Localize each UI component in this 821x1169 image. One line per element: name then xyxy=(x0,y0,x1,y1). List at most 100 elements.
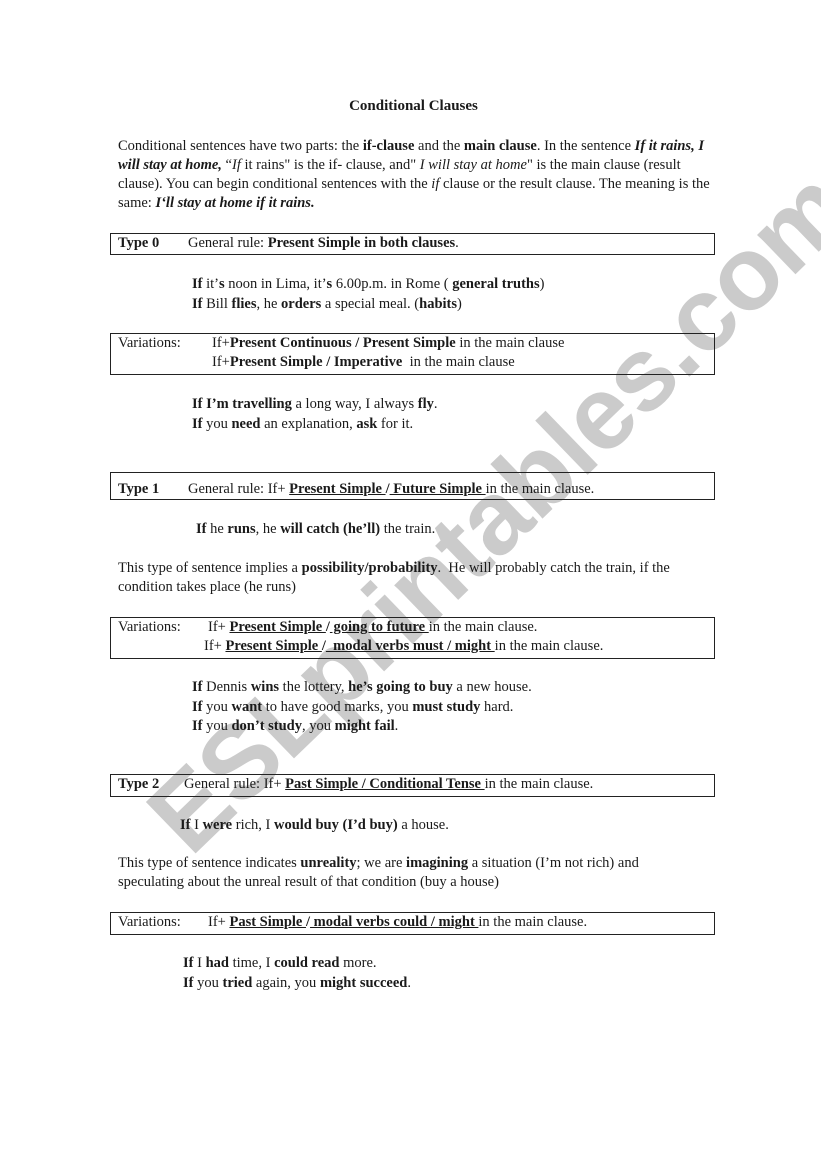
emphasized-text: imagining xyxy=(406,855,469,871)
text-fragment: , you xyxy=(302,718,335,734)
emphasized-text: fly xyxy=(417,396,434,412)
type0-rule: Present Simple in both clauses xyxy=(267,235,456,251)
intro-text: “ xyxy=(221,157,232,173)
type0-examples: If it’s noon in Lima, it’s 6.00p.m. in R… xyxy=(192,275,544,314)
emphasized-text: Present Simple / Imperative xyxy=(229,354,403,370)
emphasized-text: Past Simple xyxy=(229,914,306,930)
emphasized-text: I‘ll stay at home if it rains. xyxy=(155,195,314,211)
text-fragment: the train. xyxy=(380,521,436,537)
text-fragment: noon in Lima, it’ xyxy=(224,276,327,292)
text-fragment: Dennis xyxy=(202,679,251,695)
text-fragment: rich, I xyxy=(232,817,274,833)
emphasized-text: Present Continuous / Present Simple xyxy=(229,335,456,351)
text-fragment: in the main clause. xyxy=(494,638,604,654)
text-fragment: ) xyxy=(457,295,462,312)
emphasized-text: If xyxy=(192,415,203,432)
emphasized-text: Present Simple xyxy=(225,638,322,654)
emphasized-text: If xyxy=(192,698,203,715)
text-fragment: the lottery, xyxy=(279,679,349,695)
text-fragment: hard. xyxy=(480,698,514,715)
emphasized-text: If I’m travelling xyxy=(192,396,292,412)
type0-rule-box: Type 0 General rule: Present Simple in bo… xyxy=(110,233,715,255)
type1-rule-prefix: General rule: If+ xyxy=(188,481,290,497)
text-fragment: a new house. xyxy=(452,679,532,695)
example-sentence: If I were rich, I would buy (I’d buy) a … xyxy=(180,816,449,836)
emphasized-text: wins xyxy=(250,679,280,695)
example-sentence: If you need an explanation, ask for it. xyxy=(192,415,438,435)
text-fragment: This type of sentence implies a xyxy=(118,560,302,576)
type2-variation-examples: If I had time, I could read more. If you… xyxy=(183,954,411,993)
variations-label: Variations: xyxy=(118,619,181,635)
text-fragment: If+ xyxy=(208,914,230,930)
emphasized-text: If xyxy=(192,295,203,312)
emphasized-text: will catch (he’ll) xyxy=(280,521,381,537)
emphasized-text: going to future xyxy=(329,619,429,635)
text-fragment: If+ xyxy=(208,619,230,635)
intro-example-reversed: I‘ll stay at home if it rains. xyxy=(155,195,315,211)
emphasized-text: If xyxy=(192,679,203,695)
emphasized-text: could read xyxy=(274,955,340,971)
emphasized-text: Past Simple xyxy=(229,914,306,930)
emphasized-text: must study xyxy=(412,698,481,715)
text-fragment: for it. xyxy=(377,415,414,432)
type0-rule-suffix: . xyxy=(455,235,459,251)
emphasized-text: want xyxy=(231,698,263,715)
type0-label: Type 0 xyxy=(118,235,160,251)
emphasized-text: If xyxy=(192,276,203,292)
emphasized-text: unreality xyxy=(300,855,357,871)
emphasized-text: possibility/probability xyxy=(301,560,438,576)
variation-line: Variations: If+ Present Simple / going to… xyxy=(118,618,714,637)
intro-text: . In the sentence xyxy=(536,138,635,154)
emphasized-text: modal verbs must / might xyxy=(325,638,495,654)
emphasized-text: might fail xyxy=(334,718,395,734)
emphasized-text: If xyxy=(183,974,194,991)
text-fragment: Bill xyxy=(202,295,232,312)
text-fragment: , he xyxy=(256,295,282,312)
type2-rule-suffix: in the main clause. xyxy=(484,776,594,792)
text-fragment: you xyxy=(193,974,223,991)
emphasized-text: need xyxy=(231,415,261,432)
emphasized-text: he’s going to buy xyxy=(348,679,453,695)
text-fragment: in the main clause. xyxy=(428,619,538,635)
page-title: Conditional Clauses xyxy=(349,98,478,114)
variations-label: Variations: xyxy=(118,914,181,930)
example-sentence: If you don’t study, you might fail. xyxy=(192,717,532,737)
variations-label: Variations: xyxy=(118,335,181,351)
text-fragment: ) xyxy=(539,276,545,292)
text-fragment: you xyxy=(202,698,232,715)
type2-rule-prefix: General rule: If+ xyxy=(184,776,286,792)
type1-example: If he runs, he will catch (he’ll) the tr… xyxy=(196,520,435,540)
text-fragment: you xyxy=(202,415,232,432)
emphasized-text: had xyxy=(205,955,229,971)
type0-rule-prefix: General rule: xyxy=(188,235,268,251)
emphasized-text: Present Simple xyxy=(289,481,385,497)
text-fragment: in the main clause. xyxy=(478,914,588,930)
example-sentence: If you tried again, you might succeed. xyxy=(183,974,411,994)
example-sentence: If I’m travelling a long way, I always f… xyxy=(192,395,438,415)
emphasized-text: Present Simple xyxy=(229,619,325,635)
text-fragment: to have good marks, you xyxy=(262,698,413,715)
intro-text: it rains" is the if- clause, and" xyxy=(240,157,420,173)
type1-rule-box: Type 1 General rule: If+ Present Simple /… xyxy=(110,472,715,500)
text-fragment: an explanation, xyxy=(260,415,357,432)
intro-paragraph: Conditional sentences have two parts: th… xyxy=(118,137,718,213)
type2-label: Type 2 xyxy=(118,776,160,792)
emphasized-text: flies xyxy=(231,295,257,312)
intro-term-main-clause: main clause xyxy=(463,138,537,154)
text-fragment: again, you xyxy=(252,974,320,991)
example-sentence: If you want to have good marks, you must… xyxy=(192,698,532,718)
emphasized-text: If xyxy=(196,521,207,537)
type2-rule-tenses: Past Simple / Conditional Tense xyxy=(285,776,485,792)
emphasized-text: modal verbs could / might xyxy=(310,914,479,930)
text-fragment: it’ xyxy=(202,276,219,292)
emphasized-text: might succeed xyxy=(319,974,408,991)
example-sentence: If Bill flies, he orders a special meal.… xyxy=(192,295,544,315)
variation-line: If+Present Simple / Imperative in the ma… xyxy=(118,353,714,372)
text-fragment: , he xyxy=(255,521,281,537)
type0-variations-box: Variations: If+Present Continuous / Prese… xyxy=(110,333,715,375)
emphasized-text: orders xyxy=(281,295,322,312)
text-fragment: . xyxy=(407,974,411,991)
text-fragment: This type of sentence indicates xyxy=(118,855,301,871)
type1-variation-examples: If Dennis wins the lottery, he’s going t… xyxy=(192,678,532,737)
text-fragment: ; we are xyxy=(356,855,407,871)
